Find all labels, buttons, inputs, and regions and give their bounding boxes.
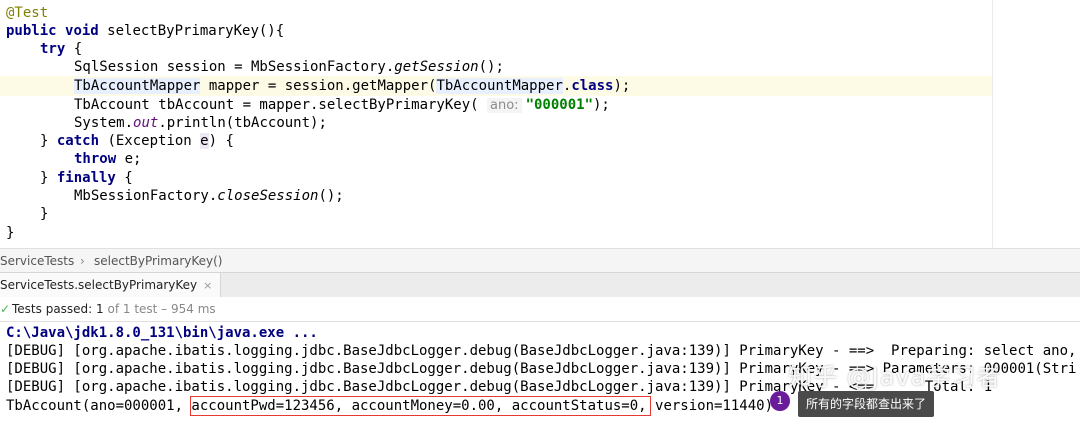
catch-variable: e: [200, 133, 209, 149]
console-command[interactable]: C:\Java\jdk1.8.0_131\bin\java.exe ...: [6, 324, 318, 342]
code-text: {: [65, 41, 83, 57]
close-icon[interactable]: ×: [203, 279, 212, 292]
code-text: }: [6, 225, 15, 241]
watermark: 知乎 @Java学习者: [788, 363, 1002, 391]
code-text: ) {: [208, 133, 234, 149]
keyword-public: public: [6, 23, 57, 39]
code-line-2: public void selectByPrimaryKey(){: [6, 22, 284, 40]
code-line-10: } finally {: [40, 169, 133, 187]
code-text: e;: [116, 151, 142, 167]
code-text: MbSessionFactory.: [74, 188, 218, 204]
code-text: SqlSession session = MbSessionFactory.: [74, 59, 395, 75]
code-line-12: }: [40, 205, 48, 223]
run-tab[interactable]: ServiceTests.selectByPrimaryKey ×: [0, 273, 222, 297]
status-text: Tests passed:: [12, 302, 97, 316]
code-text: System.: [74, 115, 134, 131]
code-line-9: throw e;: [74, 150, 141, 168]
code-text: );: [593, 97, 610, 113]
highlighted-type: TbAccount: [436, 78, 513, 94]
highlighted-type: TbAccountMapper: [74, 78, 201, 94]
check-icon: ✓: [0, 302, 11, 316]
code-text: (Exception: [99, 133, 201, 149]
keyword-try: try: [40, 41, 66, 57]
static-method-call: getSession: [394, 59, 479, 75]
tests-passed-count: 1: [96, 302, 104, 316]
annotation: @Test: [6, 5, 49, 21]
code-line-1: @Test: [6, 4, 48, 22]
string-literal: "000001": [525, 97, 593, 113]
run-tool-window-tabs: ServiceTests.selectByPrimaryKey ×: [0, 272, 1080, 298]
code-text: mapper = session.getMapper(: [200, 78, 437, 94]
static-field: out: [133, 115, 159, 131]
code-line-6: TbAccount tbAccount = mapper.selectByPri…: [74, 96, 610, 114]
keyword-throw: throw: [74, 151, 117, 167]
breadcrumb-class[interactable]: ServiceTests: [0, 249, 74, 273]
code-text: ();: [478, 59, 504, 75]
breadcrumb-method[interactable]: selectByPrimaryKey(): [94, 249, 222, 273]
status-detail: of 1 test – 954 ms: [103, 302, 216, 316]
highlight-box: [190, 396, 651, 416]
code-text: }: [40, 133, 57, 149]
highlighted-type: Mapper: [512, 78, 563, 94]
static-method-call: closeSession: [217, 188, 319, 204]
right-margin-guide: [992, 0, 993, 248]
annotation-badge: 1: [770, 391, 790, 411]
parameter-hint: ano:: [487, 98, 522, 113]
run-tab-label: ServiceTests.selectByPrimaryKey: [0, 278, 198, 292]
keyword-void: void: [65, 23, 99, 39]
test-status-bar: ✓ Tests passed: 1 of 1 test – 954 ms: [0, 297, 1080, 322]
code-text: ();: [318, 188, 344, 204]
code-line-13: }: [6, 224, 14, 242]
keyword-class: class: [571, 78, 614, 94]
keyword-catch: catch: [56, 133, 100, 149]
code-text: }: [40, 206, 49, 222]
code-line-11: MbSessionFactory.closeSession();: [74, 187, 344, 205]
code-editor[interactable]: @Test public void selectByPrimaryKey(){ …: [0, 0, 1080, 248]
code-line-7: System.out.println(tbAccount);: [74, 114, 327, 132]
code-text: .println(tbAccount);: [158, 115, 327, 131]
breadcrumb: ServiceTests › selectByPrimaryKey(): [0, 248, 1080, 273]
code-line-3: try {: [40, 40, 82, 58]
code-text: {: [115, 170, 133, 186]
keyword-finally: finally: [56, 170, 116, 186]
code-text: }: [40, 170, 57, 186]
code-line-4: SqlSession session = MbSessionFactory.ge…: [74, 58, 504, 76]
code-text: TbAccount tbAccount = mapper.selectByPri…: [74, 97, 488, 113]
code-text: );: [613, 78, 631, 94]
annotation-tooltip: 所有的字段都查出来了: [798, 391, 935, 417]
breadcrumb-separator-icon: ›: [80, 254, 85, 268]
code-line-8: } catch (Exception e) {: [40, 132, 234, 150]
code-line-5: TbAccountMapper mapper = session.getMapp…: [74, 77, 630, 95]
method-signature: selectByPrimaryKey(){: [98, 23, 285, 39]
